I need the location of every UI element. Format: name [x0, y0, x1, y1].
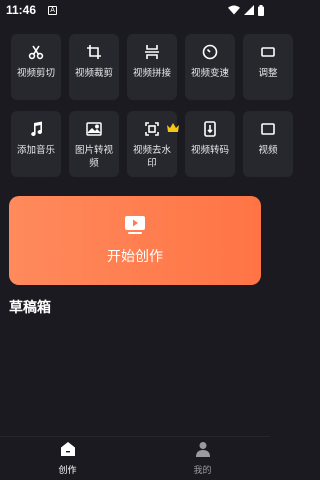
tool-label: 视频拼接 — [132, 68, 171, 79]
tool-video-cut[interactable]: 视频剪切 — [11, 34, 61, 100]
tool-label: 视频剪切 — [16, 68, 55, 79]
wifi-icon — [228, 5, 240, 15]
tool-label: 视频 — [258, 145, 278, 156]
image-icon — [85, 120, 103, 138]
home-icon — [60, 441, 76, 461]
battery-icon — [258, 4, 264, 16]
music-note-icon — [27, 120, 45, 138]
tool-video-merge[interactable]: 视频拼接 — [127, 34, 177, 100]
signal-icon — [244, 5, 254, 15]
tool-adjust[interactable]: 调整 — [243, 34, 293, 100]
play-video-icon — [125, 215, 145, 238]
start-create-button[interactable]: 开始创作 — [9, 196, 261, 285]
tool-video-transcode[interactable]: 视频转码 — [185, 111, 235, 177]
tool-label: 视频裁剪 — [74, 68, 113, 79]
tool-label: 视频去水印 — [132, 145, 171, 169]
remove-watermark-icon — [143, 120, 161, 138]
crown-icon — [167, 117, 179, 136]
nav-mine-label: 我的 — [193, 466, 212, 476]
merge-icon — [143, 43, 161, 61]
tool-video-speed[interactable]: 视频变速 — [185, 34, 235, 100]
tool-label: 图片转视频 — [74, 145, 113, 169]
tool-add-music[interactable]: 添加音乐 — [11, 111, 61, 177]
tool-video-crop[interactable]: 视频裁剪 — [69, 34, 119, 100]
status-bar: 11:46 A — [0, 0, 270, 20]
person-icon — [195, 441, 211, 461]
drafts-title: 草稿箱 — [9, 300, 51, 316]
video-icon — [259, 120, 277, 138]
nav-create[interactable]: 创作 — [0, 437, 135, 480]
tool-label: 视频变速 — [190, 68, 229, 79]
transcode-icon — [201, 120, 219, 138]
tool-row-1: 视频剪切 视频裁剪 视频拼接 视频变速 调整 — [0, 34, 293, 100]
tool-video-more[interactable]: 视频 — [243, 111, 293, 177]
nav-mine[interactable]: 我的 — [135, 437, 270, 480]
status-time: 11:46 — [6, 3, 37, 17]
tool-remove-watermark[interactable]: 视频去水印 — [127, 111, 179, 177]
speed-icon — [201, 43, 219, 61]
nav-create-label: 创作 — [58, 466, 77, 476]
tool-image-to-video[interactable]: 图片转视频 — [69, 111, 119, 177]
notification-icon: A — [48, 5, 58, 15]
start-create-label: 开始创作 — [107, 248, 163, 265]
tool-label: 视频转码 — [190, 145, 229, 156]
tool-row-2: 添加音乐 图片转视频 视频去水印 视频转码 视频 — [0, 111, 293, 177]
crop-icon — [85, 43, 103, 61]
scissors-icon — [27, 43, 45, 61]
tool-label: 调整 — [258, 68, 278, 79]
bottom-nav: 创作 我的 — [0, 436, 270, 480]
tool-label: 添加音乐 — [16, 145, 55, 156]
status-icons — [228, 4, 264, 16]
adjust-icon — [259, 43, 277, 61]
